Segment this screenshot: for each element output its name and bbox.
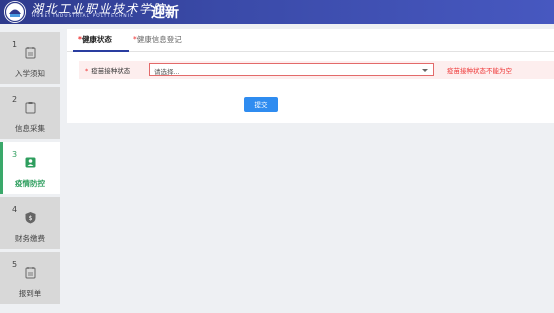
step-label: 报到单 [18,289,42,298]
tab-bar: *健康状态 *健康信息登记 [67,29,554,52]
svg-text:$: $ [29,215,33,222]
sidebar-step-1[interactable]: 1 入学须知 [0,32,60,84]
sidebar-step-5[interactable]: 5 报到单 [0,252,60,304]
submit-button[interactable]: 提交 [244,97,278,112]
school-name-en: HUBEI INDUSTRIAL POLYTECHNIC [32,14,135,19]
vaccination-status-select[interactable]: 请选择... [149,63,434,76]
app-header: 湖北工业职业技术学院 HUBEI INDUSTRIAL POLYTECHNIC … [0,0,554,24]
sidebar-step-3[interactable]: 3 疫情防控 [0,142,60,194]
step-number: 1 [12,40,18,49]
step-label: 疫情防控 [15,179,45,188]
vaccination-status-row: * 疫苗接种状态 请选择... 疫苗接种状态不能为空 [79,61,554,79]
field-label-text: 疫苗接种状态 [91,67,131,75]
step-number: 3 [12,150,18,159]
select-value: 请选择... [154,68,180,76]
step-number: 2 [12,95,18,104]
step-number: 4 [12,205,18,214]
sidebar-step-2[interactable]: 2 信息采集 [0,87,60,139]
sidebar-step-4[interactable]: 4 $ 财务缴费 [0,197,60,249]
tab-health-info-registration[interactable]: *健康信息登记 [133,34,182,45]
tab-label: 健康状态 [81,35,112,44]
document-icon [25,47,36,59]
tab-label: 健康信息登记 [136,35,182,44]
active-tab-indicator [73,50,129,52]
clipboard-icon [25,102,36,114]
step-label: 入学须知 [15,69,45,78]
tab-health-status[interactable]: *健康状态 [78,34,112,45]
validation-error: 疫苗接种状态不能为空 [447,67,512,75]
step-label: 财务缴费 [15,234,45,243]
vaccination-status-label: * 疫苗接种状态 [85,65,130,75]
step-number: 5 [12,260,18,269]
money-shield-icon: $ [25,212,36,224]
chevron-down-icon [422,69,428,72]
school-logo [4,1,26,23]
person-card-icon [25,157,36,168]
content-panel: *健康状态 *健康信息登记 * 疫苗接种状态 请选择... 疫苗接种状态不能为空 … [67,29,554,123]
document-icon [25,267,36,279]
app-title: 迎新 [151,5,179,21]
required-mark: * [85,67,89,75]
step-label: 信息采集 [15,124,45,133]
